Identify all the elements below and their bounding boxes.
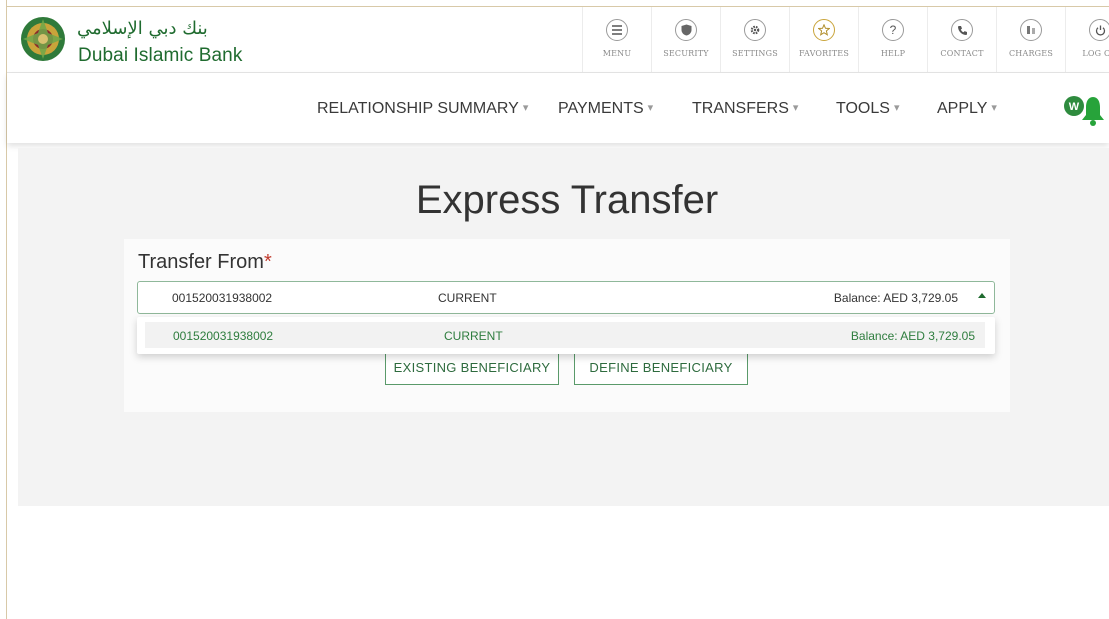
toolbar-contact[interactable]: CONTACT [927, 7, 996, 72]
option-account-balance: Balance: AED 3,729.05 [850, 329, 975, 343]
toolbar-label: SECURITY [663, 49, 709, 58]
chevron-down-icon: ▾ [893, 102, 900, 114]
nav-tools[interactable]: TOOLS ▾ [836, 100, 899, 118]
toolbar-help[interactable]: ? HELP [858, 7, 927, 72]
nav-transfers[interactable]: TRANSFERS ▾ [692, 100, 798, 118]
toolbar-label: FAVORITES [798, 49, 850, 58]
toolbar-label: LOG OU [1082, 49, 1109, 58]
transfer-from-select[interactable]: 001520031938002 CURRENT Balance: AED 3,7… [137, 281, 995, 314]
nav-label: PAYMENTS [558, 100, 644, 117]
chevron-down-icon: ▾ [991, 102, 997, 114]
power-icon [1089, 19, 1109, 41]
option-account-type: CURRENT [444, 329, 503, 343]
toolbar-label: CONTACT [940, 49, 984, 58]
toolbar-charges[interactable]: CHARGES [996, 7, 1065, 72]
toolbar-security[interactable]: SECURITY [651, 7, 720, 72]
notification-bell-icon[interactable]: W [1060, 93, 1105, 127]
selected-account-number: 001520031938002 [172, 291, 273, 305]
chevron-down-icon: ▾ [647, 102, 654, 114]
existing-beneficiary-button[interactable]: EXISTING BENEFICIARY [385, 351, 559, 385]
account-option[interactable]: 001520031938002 CURRENT Balance: AED 3,7… [145, 322, 985, 348]
phone-icon [951, 19, 973, 41]
brand-name-arabic: بنك دبي الإسلامي [77, 18, 208, 39]
top-toolbar: MENU SECURITY SETTINGS FAVORITES ? HELP [582, 7, 1109, 72]
gear-icon [744, 19, 766, 41]
main-nav: RELATIONSHIP SUMMARY ▾ PAYMENTS ▾ TRANSFER… [7, 73, 1109, 143]
header: بنك دبي الإسلامي Dubai Islamic Bank MENU… [7, 7, 1109, 73]
transfer-from-label: Transfer From* [138, 251, 272, 274]
shield-icon [675, 19, 697, 41]
chevron-down-icon: ▾ [792, 102, 799, 114]
selected-account-balance: Balance: AED 3,729.05 [833, 291, 958, 305]
nav-label: RELATIONSHIP SUMMARY [317, 100, 519, 117]
option-account-number: 001520031938002 [173, 329, 274, 343]
toolbar-label: CHARGES [1008, 49, 1053, 58]
brand-name: Dubai Islamic Bank [78, 45, 243, 66]
required-mark: * [263, 251, 272, 273]
toolbar-label: SETTINGS [732, 49, 778, 58]
chevron-down-icon: ▾ [522, 102, 529, 114]
toolbar-settings[interactable]: SETTINGS [720, 7, 789, 72]
bank-logo-icon[interactable] [19, 15, 67, 63]
star-icon [813, 19, 835, 41]
nav-relationship-summary[interactable]: RELATIONSHIP SUMMARY ▾ [317, 100, 528, 118]
toolbar-favorites[interactable]: FAVORITES [789, 7, 858, 72]
toolbar-label: MENU [602, 49, 632, 58]
account-dropdown: 001520031938002 CURRENT Balance: AED 3,7… [137, 317, 995, 354]
chevron-up-icon[interactable] [978, 293, 986, 298]
nav-label: TOOLS [836, 100, 890, 117]
nav-payments[interactable]: PAYMENTS ▾ [558, 100, 653, 118]
nav-apply[interactable]: APPLY ▾ [937, 100, 997, 118]
page-title: Express Transfer [415, 178, 719, 222]
nav-label: TRANSFERS [692, 100, 789, 117]
toolbar-logout[interactable]: LOG OU [1065, 7, 1109, 72]
help-icon: ? [882, 19, 904, 41]
transfer-from-text: Transfer From [138, 251, 264, 273]
menu-icon [606, 19, 628, 41]
charges-icon [1020, 19, 1042, 41]
define-beneficiary-button[interactable]: DEFINE BENEFICIARY [574, 351, 748, 385]
svg-text:W: W [1069, 101, 1080, 113]
nav-label: APPLY [937, 100, 988, 117]
toolbar-label: HELP [880, 49, 906, 58]
toolbar-menu[interactable]: MENU [582, 7, 651, 72]
selected-account-type: CURRENT [438, 291, 497, 305]
